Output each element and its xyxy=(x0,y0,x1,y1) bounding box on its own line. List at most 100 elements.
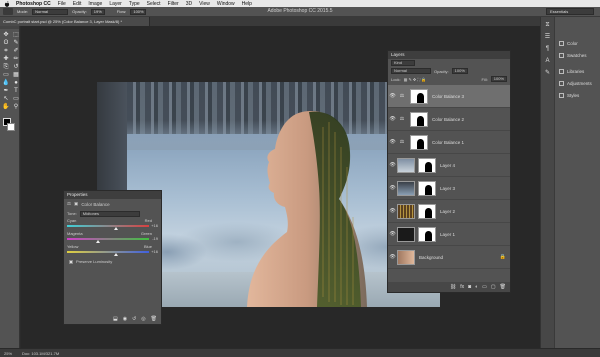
shape-tool-icon[interactable]: ▭ xyxy=(12,96,20,103)
layer-kind-filter[interactable]: Kind xyxy=(391,60,415,66)
eye-icon[interactable]: 👁 xyxy=(388,162,397,168)
clone-tool-icon[interactable]: ⎘ xyxy=(2,64,10,71)
quick-select-tool-icon[interactable]: ✎ xyxy=(12,40,20,47)
dodge-tool-icon[interactable]: ● xyxy=(12,80,20,87)
paragraph-icon[interactable]: ¶ xyxy=(544,46,552,53)
layers-panel-title[interactable]: Layers xyxy=(388,51,510,59)
history-tool-icon[interactable]: ↺ xyxy=(12,64,20,71)
properties-panel-title[interactable]: Properties xyxy=(64,191,161,199)
layer-thumbnail[interactable] xyxy=(397,180,415,196)
brush-preset-icon[interactable] xyxy=(3,8,13,15)
layer-row[interactable]: 👁 ⚖ Color Balance 1 xyxy=(388,131,510,154)
layer-mask-thumbnail[interactable] xyxy=(410,88,428,104)
layer-row[interactable]: 👁 Layer 2 xyxy=(388,200,510,223)
layer-mask-thumbnail[interactable] xyxy=(410,111,428,127)
layer-mask-thumbnail[interactable] xyxy=(418,226,436,242)
brush-tool-icon[interactable]: ✏ xyxy=(12,56,20,63)
menu-type[interactable]: Type xyxy=(129,1,140,7)
menu-help[interactable]: Help xyxy=(242,1,252,7)
crop-tool-icon[interactable]: ⌗ xyxy=(2,48,10,55)
dock-swatches[interactable]: Swatches xyxy=(555,49,600,61)
eye-icon[interactable]: 👁 xyxy=(388,231,397,237)
link-icon[interactable]: ⛓ xyxy=(450,284,456,290)
brush-settings-icon[interactable]: ✎ xyxy=(544,70,552,77)
marquee-tool-icon[interactable]: ⬚ xyxy=(12,32,20,39)
layer-thumbnail[interactable] xyxy=(397,249,415,265)
layer-mask-thumbnail[interactable] xyxy=(418,203,436,219)
add-mask-icon[interactable]: ◙ xyxy=(468,284,471,290)
cyan-red-track[interactable] xyxy=(67,225,149,230)
magenta-green-knob[interactable] xyxy=(96,240,101,243)
eyedropper-tool-icon[interactable]: ✐ xyxy=(12,48,20,55)
eye-icon[interactable]: 👁 xyxy=(388,185,397,191)
dock-styles[interactable]: Styles xyxy=(555,89,600,101)
properties-icon[interactable]: ☰ xyxy=(544,34,552,41)
fill-field[interactable]: 100% xyxy=(490,76,507,82)
eye-icon[interactable]: 👁 xyxy=(388,254,397,260)
new-layer-icon[interactable]: ▢ xyxy=(491,284,496,290)
layer-row[interactable]: 👁 Layer 4 xyxy=(388,154,510,177)
flow-field[interactable]: 100% xyxy=(130,8,147,15)
layer-thumbnail[interactable] xyxy=(397,157,415,173)
layer-row[interactable]: 👁 ⚖ Color Balance 3 xyxy=(388,85,510,108)
reset-icon[interactable]: ↺ xyxy=(132,316,136,322)
preserve-luminosity-checkbox[interactable] xyxy=(69,259,73,264)
layer-opacity-field[interactable]: 100% xyxy=(451,68,468,74)
magenta-green-slider[interactable]: Magenta Green -19 xyxy=(64,231,161,244)
workspace-select[interactable]: Essentials xyxy=(546,8,594,15)
layer-row[interactable]: 👁 Layer 1 xyxy=(388,223,510,246)
layer-mask-thumbnail[interactable] xyxy=(410,134,428,150)
slider-value[interactable]: +16 xyxy=(151,249,158,254)
magenta-green-track[interactable] xyxy=(67,238,149,243)
menu-image[interactable]: Image xyxy=(88,1,102,7)
healing-tool-icon[interactable]: ✚ xyxy=(2,56,10,63)
apple-icon[interactable] xyxy=(4,1,10,7)
yellow-blue-slider[interactable]: Yellow Blue +16 xyxy=(64,244,161,257)
mask-icon[interactable]: ▣ xyxy=(74,201,78,207)
new-group-icon[interactable]: ▭ xyxy=(482,284,487,290)
layer-row[interactable]: 👁 ⚖ Color Balance 2 xyxy=(388,108,510,131)
slider-value[interactable]: -19 xyxy=(152,236,158,241)
layer-row[interactable]: 👁 Background 🔒 xyxy=(388,246,510,269)
menu-view[interactable]: View xyxy=(199,1,210,7)
history-icon[interactable]: ⧖ xyxy=(544,22,552,29)
menu-app-name[interactable]: Photoshop CC xyxy=(16,1,51,7)
character-icon[interactable]: A xyxy=(544,58,552,65)
cyan-red-slider[interactable]: Cyan Red +16 xyxy=(64,218,161,231)
hand-tool-icon[interactable]: ✋ xyxy=(2,104,10,111)
view-previous-icon[interactable]: ◉ xyxy=(123,316,127,322)
dock-libraries[interactable]: Libraries xyxy=(555,65,600,77)
menu-file[interactable]: File xyxy=(58,1,66,7)
type-tool-icon[interactable]: T xyxy=(12,88,20,95)
dock-color[interactable]: Color xyxy=(555,37,600,49)
cyan-red-knob[interactable] xyxy=(114,227,119,230)
eye-icon[interactable]: 👁 xyxy=(388,208,397,214)
yellow-blue-knob[interactable] xyxy=(114,253,119,256)
tone-select[interactable]: Midtones xyxy=(79,210,140,217)
mode-select[interactable]: Normal xyxy=(32,8,69,15)
zoom-tool-icon[interactable]: ⚲ xyxy=(12,104,20,111)
blur-tool-icon[interactable]: 💧 xyxy=(2,80,10,87)
menu-edit[interactable]: Edit xyxy=(73,1,82,7)
adjustment-layer-icon[interactable]: ◐ xyxy=(475,284,478,290)
move-tool-icon[interactable]: ✥ xyxy=(2,32,10,39)
layer-thumbnail[interactable] xyxy=(397,226,415,242)
eraser-tool-icon[interactable]: ▭ xyxy=(2,72,10,79)
eye-icon[interactable]: 👁 xyxy=(388,139,397,145)
lock-icons[interactable]: ▦ ✎ ✥ ⛶ 🔒 xyxy=(404,77,427,82)
blend-mode-select[interactable]: Normal xyxy=(391,68,431,74)
gradient-tool-icon[interactable]: ▦ xyxy=(12,72,20,79)
layer-mask-thumbnail[interactable] xyxy=(418,157,436,173)
visibility-icon[interactable]: ◎ xyxy=(141,316,145,322)
menu-window[interactable]: Window xyxy=(217,1,235,7)
preserve-luminosity-row[interactable]: Preserve Luminosity xyxy=(64,257,161,266)
pen-tool-icon[interactable]: ✒ xyxy=(2,88,10,95)
eye-icon[interactable]: 👁 xyxy=(388,116,397,122)
menu-3d[interactable]: 3D xyxy=(186,1,192,7)
document-tab[interactable]: CombC portrait start.psd @ 25% (Color Ba… xyxy=(0,17,150,26)
path-select-tool-icon[interactable]: ↖ xyxy=(2,96,10,103)
yellow-blue-track[interactable] xyxy=(67,251,149,256)
trash-icon[interactable]: 🗑 xyxy=(500,284,506,290)
opacity-field[interactable]: 19% xyxy=(90,8,105,15)
dock-adjustments[interactable]: Adjustments xyxy=(555,77,600,89)
